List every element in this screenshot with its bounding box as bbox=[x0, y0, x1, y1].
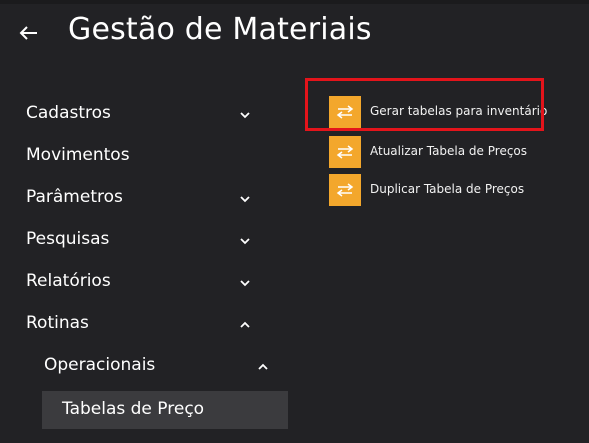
page-title: Gestão de Materiais bbox=[68, 12, 372, 47]
back-button[interactable] bbox=[14, 18, 44, 48]
sidebar-item-cadastros[interactable]: Cadastros bbox=[0, 94, 290, 136]
sidebar-subgroup-operacionais[interactable]: Operacionais bbox=[0, 346, 290, 388]
swap-arrows-icon bbox=[329, 136, 361, 168]
sidebar-item-movimentos[interactable]: Movimentos bbox=[0, 136, 290, 178]
sidebar-item-label: Movimentos bbox=[26, 145, 130, 165]
sidebar-item-relatorios[interactable]: Relatórios bbox=[0, 262, 290, 304]
sidebar-item-label: Rotinas bbox=[26, 313, 89, 333]
swap-arrows-icon bbox=[329, 96, 361, 128]
chevron-up-icon bbox=[258, 363, 268, 370]
arrow-left-icon bbox=[19, 26, 37, 40]
sidebar-subgroup-label: Operacionais bbox=[44, 355, 156, 375]
swap-arrows-icon bbox=[329, 174, 361, 206]
sidebar-item-label: Pesquisas bbox=[26, 229, 110, 249]
sidebar-item-pesquisas[interactable]: Pesquisas bbox=[0, 220, 290, 262]
chevron-up-icon bbox=[240, 321, 250, 328]
sidebar-item-label: Tabelas de Preço bbox=[62, 399, 205, 419]
action-label: Gerar tabelas para inventário bbox=[370, 104, 548, 118]
chevron-down-icon bbox=[240, 196, 250, 203]
action-atualizar-tabela-precos[interactable]: Atualizar Tabela de Preços bbox=[329, 136, 569, 168]
sidebar-item-tabelas-de-preco[interactable]: Tabelas de Preço bbox=[42, 391, 288, 429]
action-label: Atualizar Tabela de Preços bbox=[370, 144, 528, 158]
chevron-down-icon bbox=[240, 280, 250, 287]
action-label: Duplicar Tabela de Preços bbox=[370, 182, 525, 196]
chevron-down-icon bbox=[240, 238, 250, 245]
sidebar-item-parametros[interactable]: Parâmetros bbox=[0, 178, 290, 220]
sidebar-item-label: Relatórios bbox=[26, 271, 111, 291]
app-header: Gestão de Materiais bbox=[0, 4, 589, 64]
action-gerar-tabelas-inventario[interactable]: Gerar tabelas para inventário bbox=[329, 96, 569, 128]
sidebar-item-rotinas[interactable]: Rotinas bbox=[0, 304, 290, 346]
action-duplicar-tabela-precos[interactable]: Duplicar Tabela de Preços bbox=[329, 174, 569, 206]
sidebar-item-label: Cadastros bbox=[26, 103, 111, 123]
chevron-down-icon bbox=[240, 112, 250, 119]
sidebar-item-label: Parâmetros bbox=[26, 187, 123, 207]
